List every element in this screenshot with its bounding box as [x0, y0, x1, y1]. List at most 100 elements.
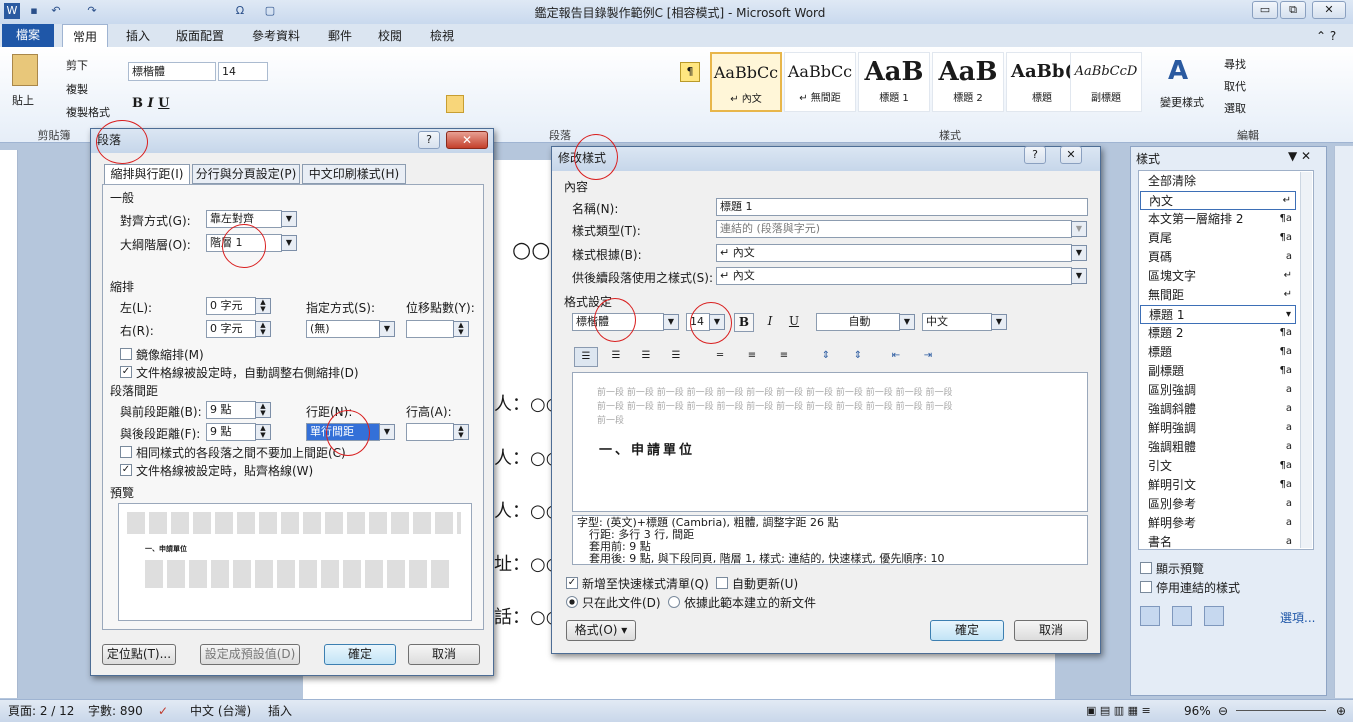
help-icon[interactable]: ?	[418, 131, 440, 149]
single-spacing-icon[interactable]: ═	[710, 347, 730, 367]
chevron-down-icon[interactable]: ▼	[899, 314, 915, 330]
by-spinner[interactable]: ▲ ▼	[453, 321, 469, 337]
tabs-button[interactable]: 定位點(T)...	[102, 644, 176, 665]
cancel-button[interactable]: 取消	[1014, 620, 1088, 641]
view-buttons[interactable]: ▣ ▤ ▥ ▦ ≡	[1086, 700, 1151, 722]
format-menu-button[interactable]: 格式(O) ▾	[566, 620, 636, 641]
style-list-item[interactable]: 內文 ↵	[1140, 191, 1296, 210]
style-list-item[interactable]: 區別強調 a	[1140, 381, 1296, 400]
close-icon[interactable]: ✕	[446, 131, 488, 149]
style-list-item[interactable]: 標題 ¶a	[1140, 343, 1296, 362]
style-list-item[interactable]: 鮮明參考 a	[1140, 514, 1296, 533]
double-spacing-icon[interactable]: ≡	[774, 347, 794, 367]
style-list-item[interactable]: 無間距 ↵	[1140, 286, 1296, 305]
special-indent-select[interactable]: (無)	[306, 320, 380, 338]
decrease-spacing-icon[interactable]: ⇕	[848, 347, 868, 367]
help-icon[interactable]: ?	[1024, 146, 1046, 164]
find-button[interactable]: 尋找	[1224, 56, 1246, 72]
style-normal-tile[interactable]: AaBbCc ↵ 內文	[710, 52, 782, 112]
tab-indents-spacing[interactable]: 縮排與行距(I)	[104, 164, 190, 186]
copy-button[interactable]: 複製	[66, 81, 88, 97]
paste-icon[interactable]	[12, 54, 38, 86]
indent-left-input[interactable]: 0 字元	[206, 297, 256, 315]
vertical-scrollbar[interactable]	[1334, 146, 1353, 698]
show-preview-checkbox[interactable]	[1140, 562, 1152, 574]
chevron-down-icon[interactable]: ▼	[281, 211, 297, 227]
font-color-select[interactable]: 自動	[816, 313, 900, 331]
show-marks-icon[interactable]: ¶	[680, 62, 700, 82]
chevron-down-icon[interactable]: ▼	[1071, 245, 1087, 261]
tab-file[interactable]: 檔案	[2, 24, 54, 47]
style-type-select[interactable]: 連結的 (段落與字元)	[716, 220, 1072, 238]
by-input[interactable]	[406, 320, 454, 338]
style-subtitle-tile[interactable]: AaBbCcD 副標題	[1070, 52, 1142, 112]
space-before-spinner[interactable]: ▲ ▼	[255, 402, 271, 418]
chevron-down-icon[interactable]: ▼	[663, 314, 679, 330]
style-list-item[interactable]: 鮮明引文 ¶a	[1140, 476, 1296, 495]
style-list-item[interactable]: 頁尾 ¶a	[1140, 229, 1296, 248]
indent-right-input[interactable]: 0 字元	[206, 320, 256, 338]
chevron-down-icon[interactable]: ▼	[991, 314, 1007, 330]
tab-review[interactable]: 校閱	[370, 24, 410, 48]
language-status[interactable]: 中文 (台灣)	[190, 700, 251, 722]
increase-spacing-icon[interactable]: ⇕	[816, 347, 836, 367]
style-list-item[interactable]: 強調斜體 a	[1140, 400, 1296, 419]
italic-icon[interactable]: I	[760, 313, 780, 332]
style-title-tile[interactable]: AaBb( 標題	[1006, 52, 1078, 112]
following-style-select[interactable]: ↵ 內文	[716, 267, 1072, 285]
change-styles-button[interactable]: 變更樣式	[1160, 94, 1204, 110]
style-list-item[interactable]: 鮮明強調 a	[1140, 419, 1296, 438]
mirror-indent-checkbox[interactable]	[120, 348, 132, 360]
symbol-icon[interactable]: Ω	[232, 3, 248, 19]
style-list-item[interactable]: 書名 a	[1140, 533, 1296, 552]
indent-right-spinner[interactable]: ▲ ▼	[255, 321, 271, 337]
style-list-item[interactable]: 頁碼 a	[1140, 248, 1296, 267]
new-style-icon[interactable]	[1140, 606, 1160, 626]
chevron-down-icon[interactable]: ▼	[379, 424, 395, 440]
tab-line-page-breaks[interactable]: 分行與分頁設定(P)	[192, 164, 300, 184]
style-list-item[interactable]: 標題 1 ▾	[1140, 305, 1296, 324]
tab-mailings[interactable]: 郵件	[320, 24, 360, 48]
at-spinner[interactable]: ▲ ▼	[453, 424, 469, 440]
pane-menu-icon[interactable]: ▼ ✕	[1288, 149, 1311, 163]
tab-home[interactable]: 常用	[62, 24, 108, 48]
ok-button[interactable]: 確定	[324, 644, 396, 665]
style-list-item[interactable]: 區塊文字 ↵	[1140, 267, 1296, 286]
auto-right-indent-checkbox[interactable]: ✓	[120, 366, 132, 378]
style-name-input[interactable]: 標題 1	[716, 198, 1088, 216]
zoom-slider[interactable]	[1236, 710, 1326, 711]
style-list-item[interactable]: 引文 ¶a	[1140, 457, 1296, 476]
redo-icon[interactable]: ↷	[84, 3, 100, 19]
tab-asian-typography[interactable]: 中文印刷樣式(H)	[302, 164, 406, 184]
help-icon[interactable]: ⌃ ?	[1316, 29, 1336, 43]
close-icon[interactable]: ✕	[1060, 146, 1082, 164]
close-button[interactable]: ✕	[1312, 1, 1346, 19]
increase-indent-icon[interactable]: ⇥	[918, 347, 938, 367]
bold-icon[interactable]: B	[734, 313, 754, 332]
paste-button[interactable]: 貼上	[12, 92, 34, 108]
style-list-item[interactable]: 全部清除	[1140, 172, 1296, 191]
word-logo-icon[interactable]: W	[4, 3, 20, 19]
align-left-icon[interactable]	[446, 95, 464, 113]
align-center-icon[interactable]: ☰	[606, 347, 626, 367]
set-default-button[interactable]: 設定成預設值(D)	[200, 644, 300, 665]
style-no-spacing-tile[interactable]: AaBbCc ↵ 無間距	[784, 52, 856, 112]
language-select[interactable]: 中文	[922, 313, 992, 331]
styles-list-scrollbar[interactable]	[1300, 172, 1312, 548]
indent-left-spinner[interactable]: ▲ ▼	[255, 298, 271, 314]
proofing-icon[interactable]: ✓	[158, 700, 168, 722]
chevron-down-icon[interactable]: ▼	[379, 321, 395, 337]
tab-page-layout[interactable]: 版面配置	[170, 24, 230, 48]
save-icon[interactable]: ▪	[26, 3, 42, 19]
chevron-down-icon[interactable]: ▼	[281, 235, 297, 251]
undo-icon[interactable]: ↶	[48, 3, 64, 19]
style-heading1-tile[interactable]: AaB 標題 1	[858, 52, 930, 112]
style-list-item[interactable]: 標題 2 ¶a	[1140, 324, 1296, 343]
space-before-input[interactable]: 9 點	[206, 401, 256, 419]
space-after-input[interactable]: 9 點	[206, 423, 256, 441]
align-right-icon[interactable]: ☰	[636, 347, 656, 367]
no-space-checkbox[interactable]	[120, 446, 132, 458]
replace-button[interactable]: 取代	[1224, 78, 1246, 94]
manage-styles-icon[interactable]	[1204, 606, 1224, 626]
style-inspector-icon[interactable]	[1172, 606, 1192, 626]
